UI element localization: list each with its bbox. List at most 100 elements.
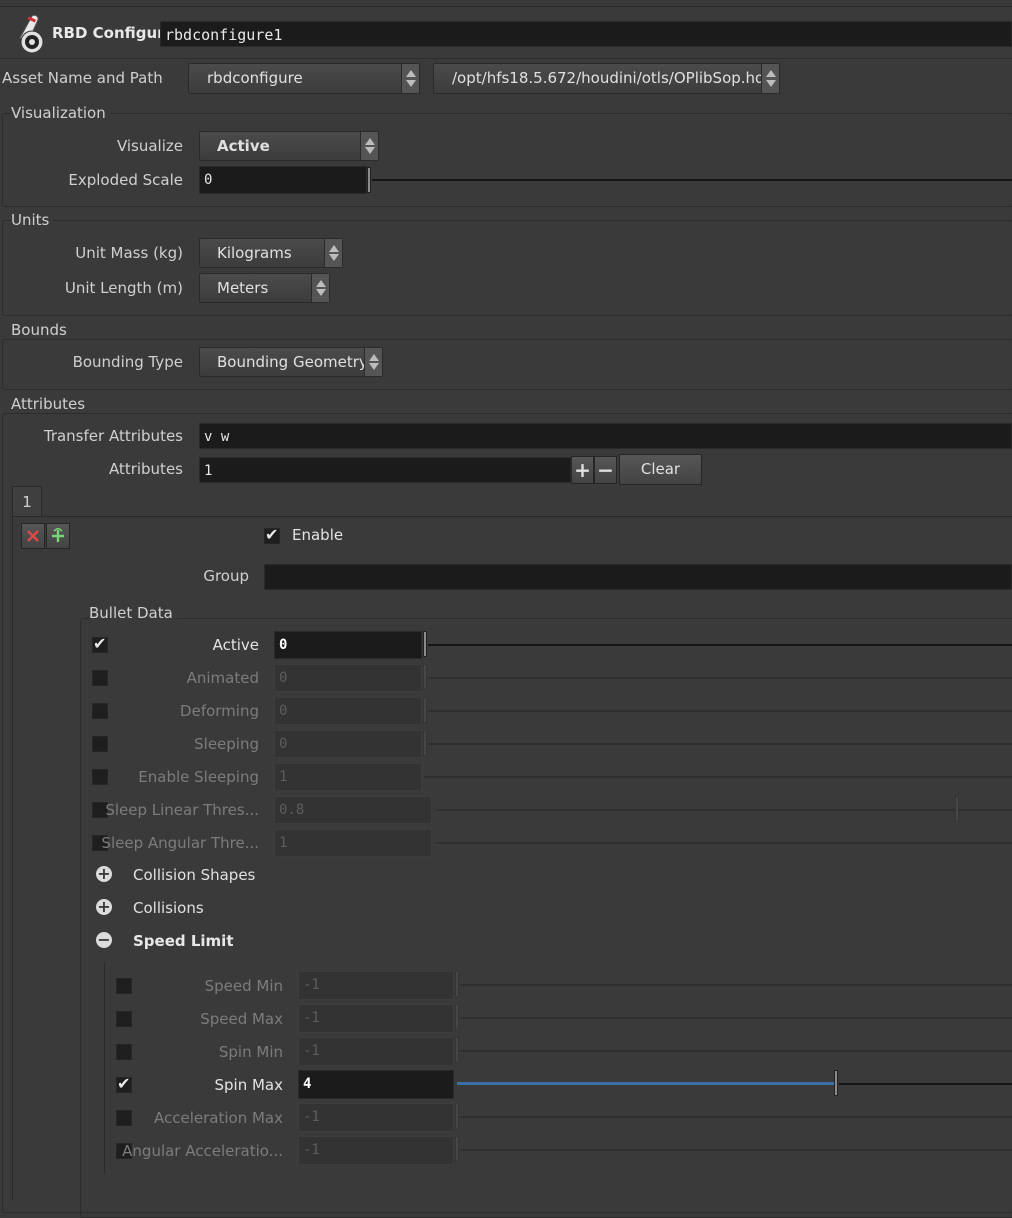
enable-label: Enable	[292, 526, 344, 544]
angular-acceleration-field[interactable]: -1	[298, 1136, 454, 1165]
speed-min-slider-handle	[455, 971, 459, 997]
chevron-updown-icon	[324, 239, 342, 267]
exploded-scale-field[interactable]: 0	[199, 166, 367, 194]
units-title: Units	[11, 211, 54, 229]
unit-length-label: Unit Length (m)	[64, 279, 183, 297]
collisions-label: Collisions	[133, 899, 204, 917]
collision-shapes-folder[interactable]: + Collision Shapes	[96, 866, 396, 886]
active-label: Active	[212, 636, 259, 654]
plus-icon: +	[574, 458, 591, 482]
animated-label: Animated	[186, 669, 259, 687]
spin-max-slider-fill[interactable]	[457, 1082, 837, 1085]
spin-min-slider-track	[460, 1050, 1012, 1052]
remove-attribute-button[interactable]: −	[594, 456, 617, 484]
insert-instance-button[interactable]	[46, 523, 70, 549]
angular-acceleration-label: Angular Acceleratio...	[122, 1142, 283, 1160]
asset-path-menu[interactable]: /opt/hfs18.5.672/houdini/otls/OPlibSop.h…	[433, 63, 780, 94]
enable-sleeping-label: Enable Sleeping	[138, 768, 259, 786]
speed-min-label: Speed Min	[204, 977, 283, 995]
transfer-attributes-label: Transfer Attributes	[43, 427, 183, 445]
spin-min-label: Spin Min	[218, 1043, 283, 1061]
add-attribute-button[interactable]: +	[571, 456, 594, 484]
top-divider	[0, 6, 1012, 7]
bullet-data-title: Bullet Data	[89, 604, 177, 622]
speed-min-field[interactable]: -1	[298, 971, 454, 1000]
chevron-updown-icon	[401, 64, 419, 93]
visualization-group	[2, 113, 1012, 207]
bounding-type-menu[interactable]: Bounding Geometry	[199, 347, 383, 377]
tab-1[interactable]: 1	[12, 486, 42, 517]
bounding-type-value: Bounding Geometry	[217, 353, 368, 371]
node-type-label: RBD Configure	[52, 24, 175, 42]
spin-max-slider-track[interactable]	[839, 1083, 1012, 1085]
spin-max-slider-handle[interactable]	[834, 1070, 838, 1096]
sleep-angular-label: Sleep Angular Thre...	[101, 834, 259, 852]
acceleration-max-checkbox[interactable]	[116, 1110, 132, 1126]
delete-instance-button[interactable]	[21, 523, 45, 549]
spin-max-field[interactable]: 4	[298, 1070, 454, 1099]
header-divider	[0, 58, 1012, 59]
asset-name-value: rbdconfigure	[207, 69, 303, 87]
transfer-attributes-field[interactable]: v w	[199, 423, 1012, 449]
node-icon	[6, 12, 48, 56]
visualize-menu[interactable]: Active	[199, 131, 379, 161]
sleeping-field[interactable]: 0	[274, 730, 422, 758]
enable-checkbox[interactable]	[264, 525, 280, 544]
unit-mass-menu[interactable]: Kilograms	[199, 238, 343, 268]
visualize-label: Visualize	[116, 137, 183, 155]
deforming-field[interactable]: 0	[274, 697, 422, 725]
attributes-count-field[interactable]: 1	[199, 457, 571, 483]
expand-icon: +	[96, 897, 112, 916]
spin-max-checkbox[interactable]	[116, 1074, 132, 1093]
clear-button[interactable]: Clear	[619, 454, 702, 485]
sleeping-slider-handle	[423, 730, 427, 756]
asset-name-menu[interactable]: rbdconfigure	[188, 63, 420, 94]
active-slider-track[interactable]	[428, 644, 1012, 646]
spin-max-label: Spin Max	[214, 1076, 284, 1094]
exploded-scale-label: Exploded Scale	[68, 171, 183, 189]
sleeping-checkbox[interactable]	[92, 736, 108, 752]
close-icon	[27, 530, 39, 542]
unit-length-menu[interactable]: Meters	[199, 273, 330, 303]
collision-shapes-label: Collision Shapes	[133, 866, 256, 884]
speed-limit-indent-line	[104, 962, 105, 1174]
exploded-scale-slider-track[interactable]	[372, 179, 1012, 181]
deforming-slider-handle	[423, 697, 427, 723]
speed-limit-label: Speed Limit	[133, 932, 234, 950]
speed-max-checkbox[interactable]	[116, 1011, 132, 1027]
exploded-scale-slider-handle[interactable]	[367, 167, 371, 193]
collapse-icon: −	[96, 930, 112, 949]
sleep-linear-field[interactable]: 0.8	[274, 796, 432, 824]
enable-sleeping-field[interactable]: 1	[274, 763, 422, 791]
active-field[interactable]: 0	[274, 631, 422, 659]
deforming-checkbox[interactable]	[92, 703, 108, 719]
visualize-value: Active	[217, 137, 270, 155]
animated-field[interactable]: 0	[274, 664, 422, 692]
collisions-folder[interactable]: + Collisions	[96, 899, 396, 919]
active-slider-handle[interactable]	[423, 631, 427, 657]
unit-length-value: Meters	[217, 279, 269, 297]
acceleration-max-field[interactable]: -1	[298, 1103, 454, 1132]
angular-acceleration-slider-handle	[455, 1136, 459, 1162]
active-checkbox[interactable]	[92, 634, 108, 653]
enable-sleeping-checkbox[interactable]	[92, 769, 108, 785]
chevron-updown-icon	[761, 64, 779, 93]
node-name-field[interactable]: rbdconfigure1	[160, 21, 1012, 47]
spin-min-field[interactable]: -1	[298, 1037, 454, 1066]
attributes-count-label: Attributes	[108, 460, 183, 478]
group-field[interactable]	[264, 564, 1012, 590]
speed-min-checkbox[interactable]	[116, 978, 132, 994]
expand-icon: +	[96, 864, 112, 883]
spin-min-checkbox[interactable]	[116, 1044, 132, 1060]
chevron-updown-icon	[311, 274, 329, 302]
group-label: Group	[203, 567, 249, 585]
bounds-title: Bounds	[11, 321, 71, 339]
sleep-angular-field[interactable]: 1	[274, 829, 432, 857]
insert-plus-icon	[52, 528, 64, 542]
speed-limit-folder[interactable]: − Speed Limit	[96, 932, 396, 952]
speed-max-slider-handle	[455, 1004, 459, 1030]
unit-mass-value: Kilograms	[217, 244, 292, 262]
animated-checkbox[interactable]	[92, 670, 108, 686]
units-group	[2, 220, 1012, 316]
speed-max-field[interactable]: -1	[298, 1004, 454, 1033]
